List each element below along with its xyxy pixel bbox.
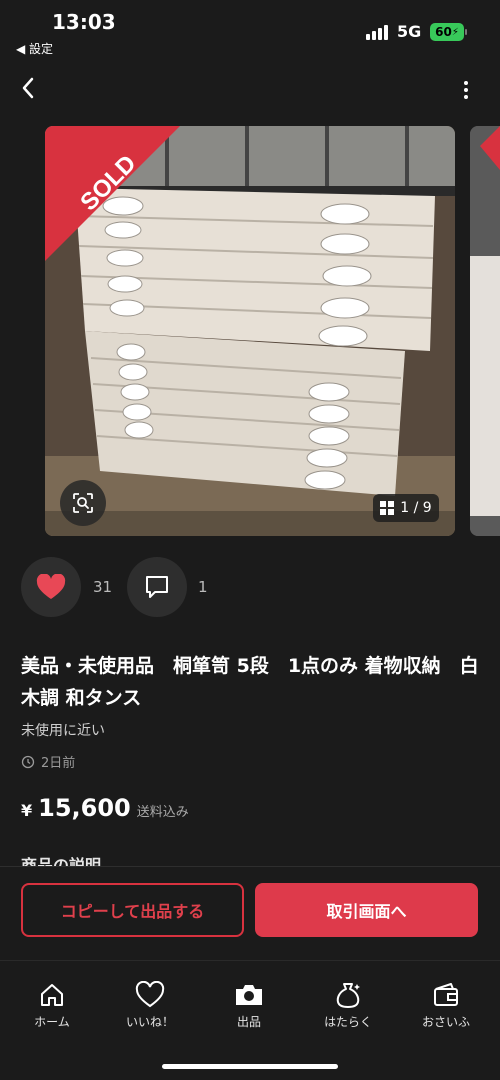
status-time: 13:03	[52, 10, 116, 34]
clock-icon	[21, 755, 35, 768]
comment-icon	[146, 576, 168, 598]
home-indicator	[162, 1064, 338, 1069]
battery-icon: 60 ⚡	[430, 23, 464, 41]
tab-work[interactable]: はたらく	[308, 981, 388, 1030]
tab-wallet[interactable]: おさいふ	[406, 981, 486, 1030]
back-to-app-link[interactable]: ◀ 設定	[16, 40, 53, 57]
posted-time: 2日前	[21, 752, 75, 771]
product-condition: 未使用に近い	[21, 723, 105, 739]
tab-home-label: ホーム	[34, 1015, 70, 1029]
product-title: 美品・未使用品 桐箪笥 5段 1点のみ 着物収納 白木調 和タンス	[21, 655, 479, 709]
tab-sell-label: 出品	[236, 1015, 261, 1029]
trade-screen-button[interactable]: 取引画面へ	[255, 883, 478, 937]
status-bar: 13:03 ◀ 設定 5G 60 ⚡	[0, 0, 500, 62]
image-counter-text: 1 / 9	[400, 500, 432, 516]
battery-level: 60	[435, 25, 452, 39]
camera-icon	[236, 985, 262, 1005]
back-button[interactable]	[14, 72, 42, 104]
price: ¥ 15,600 送料込み	[21, 794, 189, 822]
heart-icon	[36, 574, 66, 599]
next-photo-preview	[470, 126, 500, 536]
like-count: 31	[93, 578, 113, 596]
posted-time-text: 2日前	[41, 756, 76, 771]
wallet-icon	[434, 983, 458, 1006]
heart-outline-icon	[135, 981, 165, 1008]
product-photo[interactable]: SOLD	[45, 126, 455, 536]
tab-sell[interactable]: 出品	[209, 981, 289, 1030]
tab-work-label: はたらく	[324, 1015, 372, 1029]
price-amount: 15,600	[38, 794, 131, 822]
shipping-included: 送料込み	[136, 805, 189, 820]
image-search-icon	[73, 493, 93, 513]
description-heading: 商品の説明	[21, 856, 102, 866]
grid-icon	[380, 501, 395, 515]
money-bag-icon	[336, 983, 360, 1008]
tab-wallet-label: おさいふ	[421, 1015, 470, 1029]
network-label: 5G	[397, 22, 422, 41]
signal-icon	[366, 24, 390, 40]
tab-likes[interactable]: いいね！	[110, 981, 190, 1030]
image-carousel[interactable]: SOLD	[0, 126, 500, 538]
tab-bar: ホーム いいね！ 出品 はたらく おさいふ	[0, 960, 500, 1080]
tab-home[interactable]: ホーム	[12, 981, 92, 1030]
image-counter[interactable]: 1 / 9	[373, 494, 439, 522]
tab-likes-label: いいね！	[125, 1015, 174, 1029]
image-search-button[interactable]	[60, 480, 106, 526]
home-icon	[41, 984, 63, 1006]
like-button[interactable]	[21, 557, 81, 617]
comment-button[interactable]	[127, 557, 187, 617]
copy-listing-button[interactable]: コピーして出品する	[21, 883, 244, 937]
more-options-button[interactable]	[452, 76, 480, 104]
chest-of-drawers-image: SOLD	[45, 126, 455, 536]
comment-count: 1	[198, 578, 208, 596]
chevron-left-icon	[22, 77, 34, 99]
next-product-photo[interactable]	[470, 126, 500, 536]
price-currency: ¥	[21, 801, 33, 820]
battery-nub	[465, 29, 467, 35]
